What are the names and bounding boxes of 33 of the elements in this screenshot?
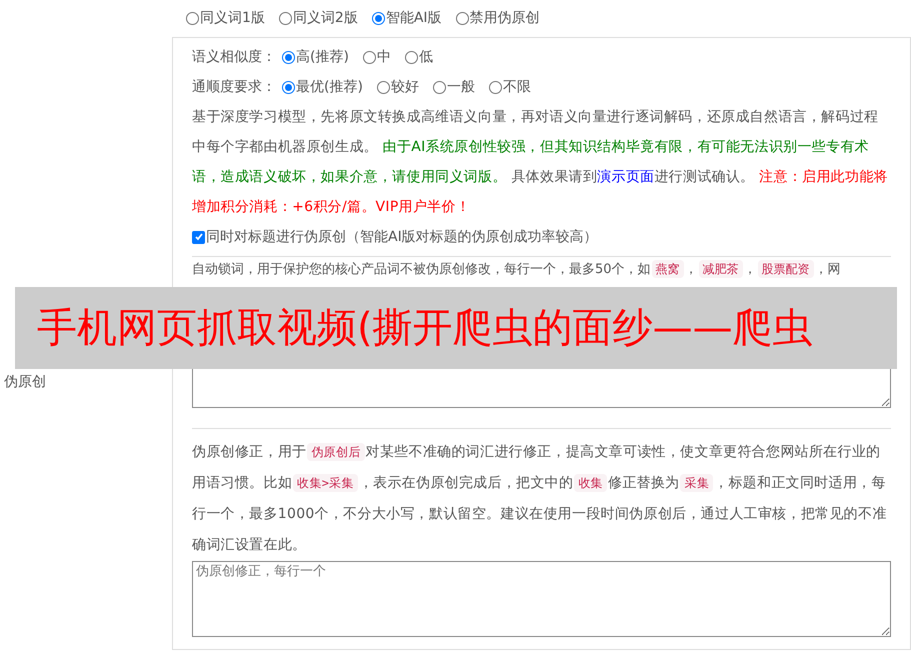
radio-button[interactable] [282, 80, 295, 94]
title-banner: 手机网页抓取视频(撕开爬虫的面纱——爬虫 [15, 287, 897, 369]
radio-label[interactable]: 禁用伪原创 [470, 8, 540, 29]
radio-label[interactable]: 最优(推荐) [296, 76, 363, 98]
radio-button[interactable] [372, 12, 385, 25]
demo-link[interactable]: 演示页面 [597, 169, 654, 185]
radio-label[interactable]: 智能AI版 [386, 8, 442, 29]
radio-label[interactable]: 中 [376, 46, 391, 68]
checkbox-label[interactable]: 同时对标题进行伪原创（智能AI版对标题的伪原创成功率较高） [206, 226, 598, 248]
radio-button[interactable] [404, 50, 418, 64]
radio-button[interactable] [456, 12, 469, 25]
radio-button[interactable] [432, 80, 446, 94]
radio-label[interactable]: 高(推荐) [296, 46, 349, 68]
radio-button[interactable] [488, 80, 502, 94]
field-label: 伪原创 [4, 373, 46, 392]
radio-label[interactable]: 一般 [446, 76, 475, 98]
option-label: 通顺度要求： [192, 78, 276, 96]
radio-label[interactable]: 不限 [502, 76, 531, 98]
correction-paragraph: 伪原创修正，用于 伪原创后 对某些不准确的词汇进行修正，提高文章可读性，使文章更符合您网站所在行业的用语习惯。比如 收集>采集 ，表示在伪原创完成后，把文中的 收集 修正替换为 采集 ，标题和正文同时适用，每行一个，最多1000个，不分大小写，默认留空。建议在使用一段时间伪原创后，通过人工审核，把常见的不准确词汇设置在此。 [192, 442, 888, 555]
radio-button[interactable] [362, 50, 376, 64]
radio-button[interactable] [376, 80, 390, 94]
radio-label[interactable]: 同义词2版 [292, 8, 358, 29]
option-label: 语义相似度： [192, 48, 276, 66]
description-paragraph: 基于深度学习模型，先将原文转换成高维语义向量，再对语义向量进行逐词解码，还原成自然语言，解码过程中每个字都由机器原创生成。 由于AI系统原创性较强，但其知识结构毕竟有限，有可能无法识别一些专有术语，造成语义破坏，如果介意，请使用同义词版。 具体效果请到演示页面进行测试确认。 注意：启用此功能将增加积分消耗：+6积分/篇。VIP用户半价！ [192, 108, 889, 217]
radio-label[interactable]: 较好 [390, 76, 419, 98]
radio-label[interactable]: 同义词1版 [200, 8, 265, 29]
checkbox[interactable] [192, 230, 205, 244]
radio-label[interactable]: 低 [418, 46, 433, 68]
radio-button[interactable] [186, 12, 199, 25]
correction-input[interactable]: 伪原创修正，每行一个 [192, 561, 891, 637]
radio-button[interactable] [282, 50, 295, 64]
lock-words-paragraph: 自动锁词，用于保护您的核心产品词不被伪原创修改，每行一个，最多50个，如 燕窝 ， 减肥茶 ， 股票配资 ，网 [192, 259, 841, 280]
radio-button[interactable] [278, 12, 292, 25]
